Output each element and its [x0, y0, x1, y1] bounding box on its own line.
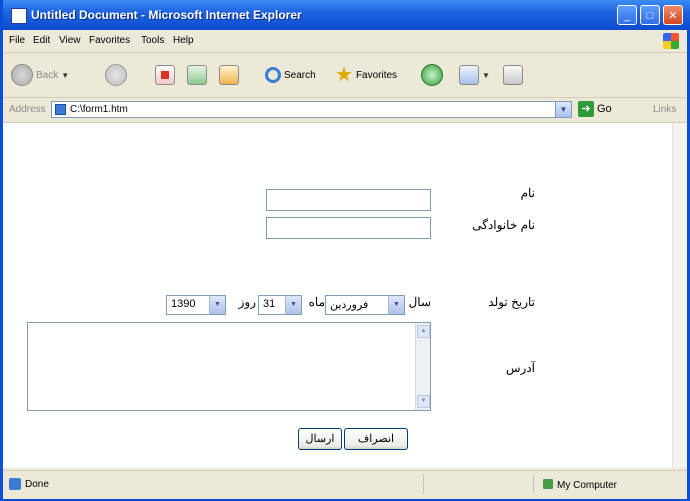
scroll-up-icon[interactable]: ▲ — [417, 325, 430, 338]
window-title: Untitled Document - Microsoft Internet E… — [31, 8, 302, 22]
scroll-down-icon[interactable]: ▼ — [417, 395, 430, 408]
search-icon — [265, 67, 281, 83]
close-button[interactable]: ✕ — [663, 5, 683, 25]
address-label: Address — [9, 104, 46, 115]
search-button[interactable]: Search — [265, 61, 316, 89]
menu-help[interactable]: Help — [173, 35, 194, 46]
maximize-button[interactable]: □ — [640, 5, 660, 25]
name-label: نام — [520, 186, 535, 200]
menu-edit[interactable]: Edit — [33, 35, 50, 46]
month-label: ماه — [308, 295, 325, 309]
status-text: Done — [25, 479, 49, 490]
mail-dropdown-icon: ▼ — [482, 70, 490, 80]
refresh-button[interactable] — [187, 61, 207, 89]
history-icon — [421, 64, 443, 86]
search-label: Search — [284, 69, 316, 81]
favorites-label: Favorites — [355, 69, 398, 81]
month-select-value: فروردین — [330, 299, 369, 311]
page-content: نام نام خانوادگی تاریخ تولد سال فروردین … — [3, 123, 687, 468]
minimize-button[interactable]: _ — [617, 5, 637, 25]
ie-app-icon — [11, 8, 27, 24]
menu-bar: File Edit View Favorites Tools Help — [3, 30, 687, 53]
menu-favorites[interactable]: Favorites — [89, 35, 130, 46]
go-arrow-icon: ➜ — [578, 101, 594, 117]
stop-icon — [155, 65, 175, 85]
stop-button[interactable] — [155, 61, 175, 89]
back-button[interactable]: Back ▼ — [11, 61, 69, 89]
day-label: روز — [238, 295, 256, 309]
submit-button[interactable]: ارسال — [298, 428, 342, 450]
year-dropdown-icon: ▼ — [209, 296, 225, 314]
forward-button[interactable] — [105, 61, 127, 89]
year-select-value: 1390 — [171, 298, 196, 310]
cancel-button[interactable]: انصراف — [344, 428, 408, 450]
name-input[interactable] — [266, 189, 431, 211]
address-input[interactable]: C:\form1.htm — [51, 101, 556, 118]
address-textarea[interactable]: ▲ ▼ — [27, 322, 431, 411]
year-select[interactable]: 1390 ▼ — [166, 295, 226, 315]
page-icon — [55, 104, 66, 115]
day-dropdown-icon: ▼ — [285, 296, 301, 314]
menu-view[interactable]: View — [59, 35, 81, 46]
back-label: Back — [36, 69, 59, 81]
status-divider — [533, 474, 534, 494]
page-vertical-scrollbar[interactable] — [672, 123, 687, 468]
address-field-label: آدرس — [505, 361, 535, 375]
address-url: C:\form1.htm — [70, 104, 128, 115]
menu-tools[interactable]: Tools — [141, 35, 164, 46]
title-bar[interactable]: Untitled Document - Microsoft Internet E… — [3, 0, 690, 30]
family-input[interactable] — [266, 217, 431, 239]
security-zone: My Computer — [543, 479, 617, 491]
security-zone-label: My Computer — [557, 480, 618, 491]
mail-button[interactable]: ▼ — [459, 61, 490, 89]
print-button[interactable] — [503, 61, 523, 89]
windows-flag-icon — [663, 33, 679, 49]
month-dropdown-icon: ▼ — [388, 296, 404, 314]
status-divider — [423, 474, 424, 494]
mail-icon — [459, 65, 479, 85]
address-bar: Address C:\form1.htm ▼ ➜ Go Links — [3, 98, 687, 123]
computer-icon — [543, 479, 553, 489]
home-icon — [219, 65, 239, 85]
refresh-icon — [187, 65, 207, 85]
browser-window: Untitled Document - Microsoft Internet E… — [0, 0, 690, 501]
go-label: Go — [597, 103, 612, 115]
print-icon — [503, 65, 523, 85]
status-bar: Done My Computer — [3, 470, 687, 499]
address-dropdown-button[interactable]: ▼ — [555, 101, 572, 118]
go-button[interactable]: ➜ Go — [578, 101, 612, 117]
day-select-value: 31 — [263, 298, 276, 310]
back-icon — [11, 64, 33, 86]
favorites-button[interactable]: ★ Favorites — [335, 61, 397, 89]
textarea-scrollbar[interactable]: ▲ ▼ — [415, 323, 430, 410]
links-button[interactable]: Links — [653, 104, 676, 115]
favorites-star-icon: ★ — [335, 64, 353, 86]
home-button[interactable] — [219, 61, 239, 89]
menu-file[interactable]: File — [9, 35, 25, 46]
ie-status-icon — [9, 478, 21, 490]
year-label: سال — [408, 295, 431, 309]
standard-toolbar: Back ▼ Search ★ Favorites ▼ — [3, 53, 687, 98]
birth-date-label: تاریخ تولد — [488, 295, 535, 309]
family-label: نام خانوادگی — [472, 218, 535, 232]
history-button[interactable] — [421, 61, 443, 89]
back-dropdown-icon: ▼ — [61, 70, 70, 80]
month-select[interactable]: فروردین ▼ — [325, 295, 405, 315]
day-select[interactable]: 31 ▼ — [258, 295, 302, 315]
forward-icon — [105, 64, 127, 86]
